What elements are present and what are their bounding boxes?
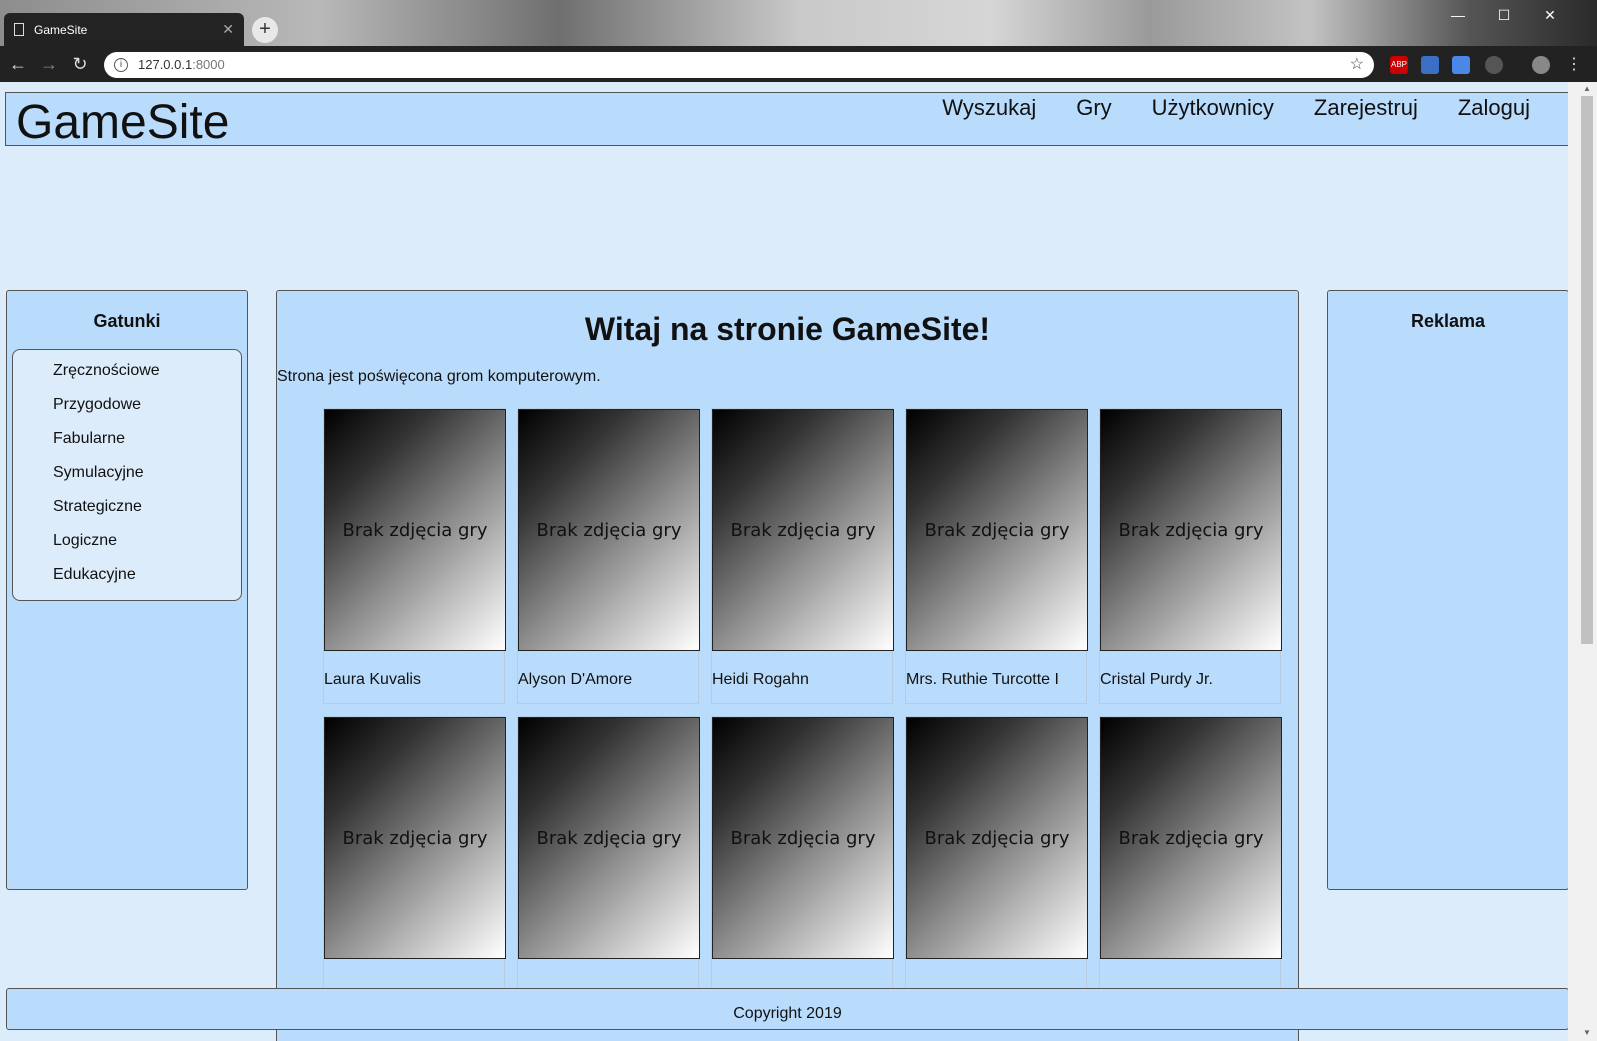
welcome-heading: Witaj na stronie GameSite!: [584, 311, 991, 347]
genre-item[interactable]: Edukacyjne: [53, 566, 241, 600]
genre-list: Zręcznościowe Przygodowe Fabularne Symul…: [12, 349, 242, 601]
translate-extension-icon[interactable]: [1452, 56, 1470, 74]
bookmark-star-icon[interactable]: ☆: [1350, 52, 1364, 78]
genre-item[interactable]: Symulacyjne: [53, 464, 241, 498]
menu-icon[interactable]: ⋮: [1565, 56, 1583, 74]
intro-text: Strona jest poświęcona grom komputerowym…: [277, 368, 601, 385]
game-cover[interactable]: Brak zdjęcia gry: [324, 717, 506, 959]
tab-title: GameSite: [34, 22, 88, 37]
page-scrollbar[interactable]: ▲ ▼: [1568, 82, 1597, 1041]
main-content: Witaj na stronie GameSite! Strona jest p…: [276, 290, 1299, 1041]
screenshot-extension-icon[interactable]: [1421, 56, 1439, 74]
main-nav: Wyszukaj Gry Użytkownicy Zarejestruj Zal…: [942, 95, 1530, 121]
nav-games[interactable]: Gry: [1076, 95, 1111, 121]
extension-icon[interactable]: [1485, 56, 1503, 74]
forward-icon[interactable]: →: [36, 52, 62, 76]
reload-icon[interactable]: ↻: [67, 52, 93, 76]
genres-title: Gatunki: [93, 311, 161, 331]
minimize-icon[interactable]: —: [1435, 0, 1481, 30]
game-cover[interactable]: Brak zdjęcia gry: [906, 409, 1088, 651]
game-cover[interactable]: Brak zdjęcia gry: [1100, 717, 1282, 959]
nav-register[interactable]: Zarejestruj: [1314, 95, 1418, 121]
url-port: :8000: [192, 57, 225, 72]
ads-title: Reklama: [1410, 311, 1486, 331]
game-card[interactable]: Brak zdjęcia gry Alyson D'Amore: [517, 408, 700, 704]
nav-users[interactable]: Użytkownicy: [1152, 95, 1274, 121]
game-card[interactable]: Brak zdjęcia gry Laura Kuvalis: [323, 408, 506, 704]
game-name[interactable]: Mrs. Ruthie Turcotte I: [906, 671, 1086, 689]
game-cover[interactable]: Brak zdjęcia gry: [324, 409, 506, 651]
genre-item[interactable]: Przygodowe: [53, 396, 241, 430]
game-card[interactable]: Brak zdjęcia gry: [517, 716, 700, 1012]
site-header: GameSite Wyszukaj Gry Użytkownicy Zareje…: [5, 92, 1568, 149]
game-card[interactable]: Brak zdjęcia gry Heidi Rogahn: [711, 408, 894, 704]
games-grid: Brak zdjęcia gry Laura Kuvalis Brak zdję…: [323, 408, 1283, 1012]
tab-close-icon[interactable]: ✕: [222, 21, 234, 38]
scroll-up-icon[interactable]: ▲: [1581, 84, 1593, 94]
game-cover[interactable]: Brak zdjęcia gry: [906, 717, 1088, 959]
url-host: 127.0.0.1: [138, 57, 193, 72]
profile-icon[interactable]: [1532, 56, 1550, 74]
game-card[interactable]: Brak zdjęcia gry Mrs. Ruthie Turcotte I: [905, 408, 1088, 704]
genre-item[interactable]: Fabularne: [53, 430, 241, 464]
genre-item[interactable]: Logiczne: [53, 532, 241, 566]
game-name[interactable]: Heidi Rogahn: [712, 671, 892, 689]
scrollbar-thumb[interactable]: [1581, 96, 1593, 644]
game-card[interactable]: Brak zdjęcia gry: [711, 716, 894, 1012]
maximize-icon[interactable]: ☐: [1481, 0, 1527, 30]
info-icon[interactable]: i: [114, 58, 128, 72]
game-cover[interactable]: Brak zdjęcia gry: [712, 717, 894, 959]
game-card[interactable]: Brak zdjęcia gry: [1099, 716, 1282, 1012]
address-bar[interactable]: i 127.0.0.1:8000 ☆: [104, 52, 1374, 78]
game-name[interactable]: Laura Kuvalis: [324, 671, 504, 689]
game-name[interactable]: Alyson D'Amore: [518, 671, 698, 689]
nav-login[interactable]: Zaloguj: [1458, 95, 1530, 121]
genre-item[interactable]: Strategiczne: [53, 498, 241, 532]
site-footer: Copyright 2019: [6, 988, 1568, 1030]
game-name[interactable]: Cristal Purdy Jr.: [1100, 671, 1280, 689]
copyright-text: Copyright 2019: [733, 1005, 842, 1022]
game-cover[interactable]: Brak zdjęcia gry: [518, 409, 700, 651]
genre-item[interactable]: Zręcznościowe: [53, 362, 241, 396]
close-window-icon[interactable]: ✕: [1527, 0, 1573, 30]
game-cover[interactable]: Brak zdjęcia gry: [1100, 409, 1282, 651]
game-card[interactable]: Brak zdjęcia gry Cristal Purdy Jr.: [1099, 408, 1282, 704]
game-cover[interactable]: Brak zdjęcia gry: [712, 409, 894, 651]
game-card[interactable]: Brak zdjęcia gry: [323, 716, 506, 1012]
nav-search[interactable]: Wyszukaj: [942, 95, 1036, 121]
game-card[interactable]: Brak zdjęcia gry: [905, 716, 1088, 1012]
browser-tab[interactable]: GameSite ✕: [4, 13, 244, 46]
ads-panel: Reklama: [1327, 290, 1568, 890]
site-logo[interactable]: GameSite: [16, 95, 229, 150]
page-icon: [14, 23, 24, 36]
genres-panel: Gatunki Zręcznościowe Przygodowe Fabular…: [6, 290, 248, 890]
scroll-down-icon[interactable]: ▼: [1581, 1028, 1593, 1038]
new-tab-button[interactable]: +: [252, 17, 278, 43]
game-cover[interactable]: Brak zdjęcia gry: [518, 717, 700, 959]
page-viewport: GameSite Wyszukaj Gry Użytkownicy Zareje…: [0, 82, 1568, 1041]
back-icon[interactable]: ←: [5, 52, 31, 76]
adblock-icon[interactable]: ABP: [1390, 56, 1408, 74]
